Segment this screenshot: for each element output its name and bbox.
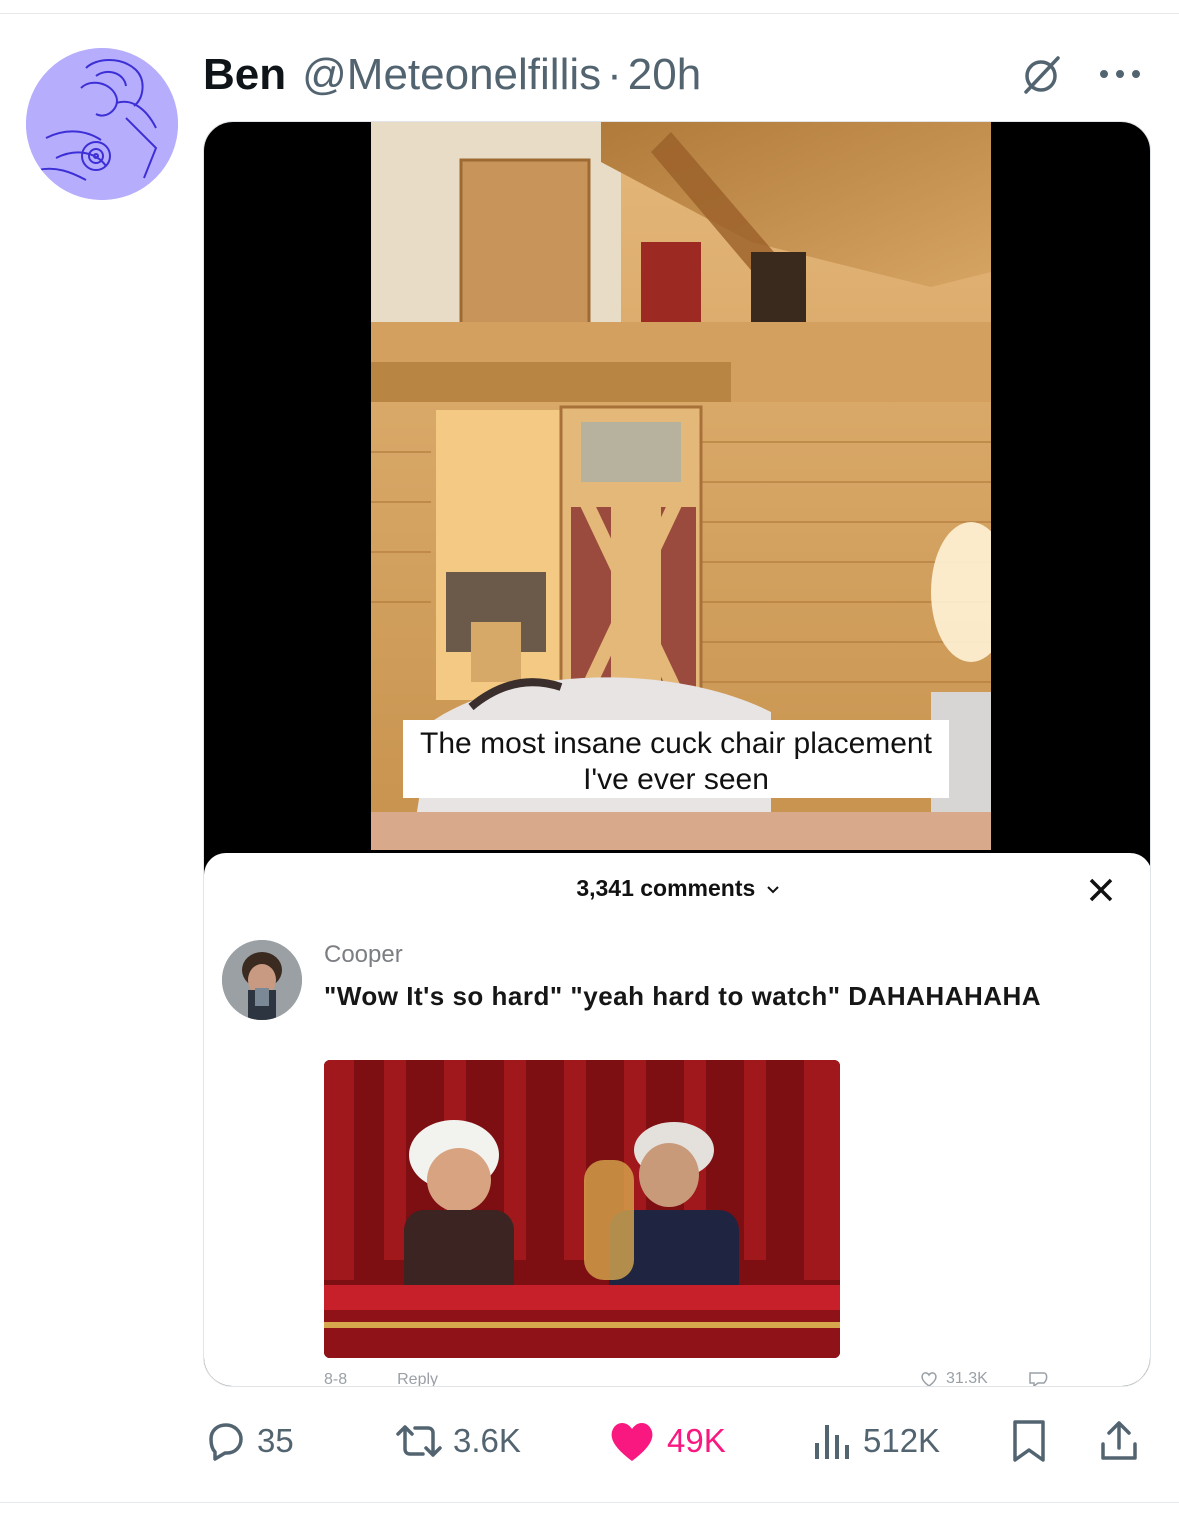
tweet-media[interactable]: The most insane cuck chair placement I'v… [203,121,1151,1387]
more-icon[interactable] [1100,62,1148,86]
share-button[interactable] [1097,1414,1141,1468]
comment-image[interactable] [324,1060,840,1358]
like-count: 49K [667,1422,726,1459]
muppets-balcony-image [324,1060,840,1358]
separator-dot: · [607,50,622,99]
bottom-divider [0,1502,1179,1503]
comment-reply-button[interactable]: Reply [397,1371,438,1386]
repost-button[interactable]: 3.6K [395,1414,521,1468]
repost-icon [396,1425,442,1457]
author-avatar[interactable] [26,48,178,200]
slashed-circle-icon[interactable] [1018,52,1064,98]
tweet-header: Ben @Meteonelfillis · 20h [203,50,701,100]
view-count: 512K [863,1422,941,1459]
reply-icon [209,1423,243,1461]
repost-count: 3.6K [453,1422,521,1459]
comments-count-label: 3,341 comments [576,875,756,901]
comments-sheet: 3,341 comments Cooper "Wow It's so hard"… [204,853,1150,1387]
author-name[interactable]: Ben [203,50,286,100]
bookmark-icon [1013,1420,1045,1462]
comment-meta: 8-8 Reply [324,1371,438,1387]
reply-button[interactable]: 35 [203,1414,294,1468]
views-chart-icon [815,1425,849,1459]
views-button[interactable]: 512K [809,1414,940,1468]
comment-text: "Wow It's so hard" "yeah hard to watch" … [324,981,1042,1011]
like-button[interactable]: 49K [607,1414,726,1468]
commenter-avatar[interactable] [222,940,302,1020]
chevron-down-icon [766,886,779,894]
reply-count: 35 [257,1422,294,1459]
top-divider [0,13,1179,14]
heart-filled-icon [611,1423,653,1461]
tweet-timestamp[interactable]: 20h [628,50,701,100]
comment-like-count: 31.3K [946,1370,988,1387]
avatar-drawing [26,48,178,200]
heart-outline-icon [921,1372,937,1386]
tweet-actions: 35 3.6K 49K 512K [203,1414,1151,1468]
commenter-name[interactable]: Cooper [324,941,403,969]
close-icon[interactable] [1086,875,1116,905]
comments-count-header[interactable]: 3,341 comments [204,875,1150,902]
author-handle[interactable]: @Meteonelfillis [302,50,601,100]
comment-date: 8-8 [324,1371,348,1387]
comment-like-button[interactable]: 31.3K [920,1370,1050,1387]
dislike-icon[interactable] [1026,1371,1050,1387]
video-frame: The most insane cuck chair placement I'v… [371,122,991,850]
video-caption: The most insane cuck chair placement I'v… [403,720,949,798]
share-icon [1101,1421,1137,1460]
bookmark-button[interactable] [1009,1414,1049,1468]
